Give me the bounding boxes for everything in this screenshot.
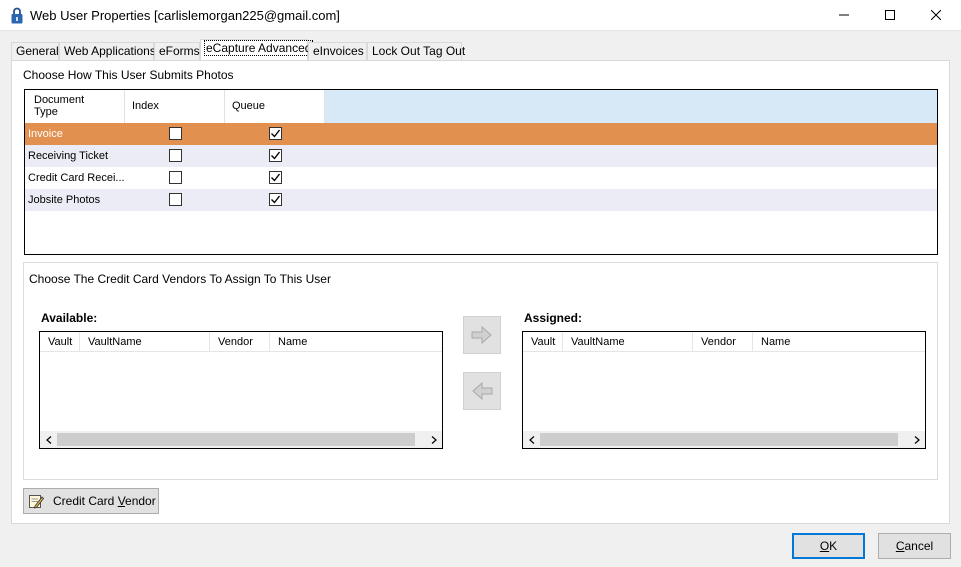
maximize-button[interactable] — [867, 0, 913, 30]
tab-label: eInvoices — [313, 44, 364, 58]
check-icon — [271, 195, 281, 204]
minimize-icon — [839, 14, 849, 16]
tab-web-applications[interactable]: Web Applications — [59, 42, 156, 60]
window-title: Web User Properties [carlislemorgan225@g… — [30, 8, 340, 23]
column-header-document-type[interactable]: Document Type — [25, 90, 125, 123]
scroll-right-button[interactable] — [425, 431, 442, 448]
button-label: Cancel — [895, 539, 934, 553]
table-row[interactable]: Receiving Ticket — [25, 145, 937, 167]
column-header-label: Index — [132, 100, 159, 112]
index-checkbox[interactable] — [169, 193, 182, 206]
photos-section-label: Choose How This User Submits Photos — [23, 68, 234, 82]
minimize-button[interactable] — [821, 0, 867, 30]
column-header-vault[interactable]: Vault — [40, 332, 80, 352]
queue-checkbox[interactable] — [269, 171, 282, 184]
horizontal-scrollbar[interactable] — [40, 431, 442, 448]
document-type-cell: Jobsite Photos — [28, 194, 101, 206]
list-header: Vault VaultName Vendor Name — [523, 332, 925, 352]
lock-icon — [11, 7, 23, 24]
button-label: OK — [819, 539, 838, 553]
column-header-name[interactable]: Name — [270, 332, 442, 352]
check-icon — [271, 173, 281, 182]
title-bar: Web User Properties [carlislemorgan225@g… — [0, 0, 961, 31]
tab-label: eCapture Advanced — [203, 40, 314, 56]
horizontal-scrollbar[interactable] — [523, 431, 925, 448]
check-icon — [271, 151, 281, 160]
chevron-left-icon — [528, 435, 534, 444]
list-header: Vault VaultName Vendor Name — [40, 332, 442, 352]
available-vendors-list[interactable]: Vault VaultName Vendor Name — [39, 331, 443, 449]
chevron-right-icon — [431, 435, 437, 444]
table-row[interactable]: Jobsite Photos — [25, 189, 937, 211]
pencil-paper-icon — [29, 495, 44, 509]
column-header-vendor[interactable]: Vendor — [693, 332, 753, 352]
tab-ecapture-advanced[interactable]: eCapture Advanced — [200, 39, 314, 61]
button-label: Credit Card Vendor — [53, 494, 156, 508]
index-checkbox[interactable] — [169, 171, 182, 184]
maximize-icon — [885, 10, 895, 20]
tab-general[interactable]: General — [11, 42, 59, 60]
close-icon — [931, 10, 941, 20]
queue-checkbox[interactable] — [269, 193, 282, 206]
check-icon — [271, 129, 281, 138]
available-label: Available: — [41, 311, 98, 325]
arrow-left-icon — [472, 382, 493, 400]
assigned-vendors-list[interactable]: Vault VaultName Vendor Name — [522, 331, 926, 449]
column-header-vaultname[interactable]: VaultName — [80, 332, 210, 352]
tab-lock-out-tag-out[interactable]: Lock Out Tag Out — [367, 42, 466, 60]
credit-card-vendor-button[interactable]: Credit Card Vendor — [23, 488, 159, 514]
index-checkbox[interactable] — [169, 149, 182, 162]
queue-checkbox[interactable] — [269, 149, 282, 162]
vendors-section-label: Choose The Credit Card Vendors To Assign… — [29, 272, 331, 286]
table-row[interactable]: Credit Card Recei... — [25, 167, 937, 189]
tab-label: General — [16, 44, 59, 58]
tab-label: Web Applications — [64, 44, 156, 58]
photo-submission-grid: Document Type Index Queue Invoice Receiv… — [24, 89, 938, 255]
column-header-vault[interactable]: Vault — [523, 332, 563, 352]
queue-checkbox[interactable] — [269, 127, 282, 140]
chevron-right-icon — [914, 435, 920, 444]
tab-label: Lock Out Tag Out — [372, 44, 466, 58]
scroll-left-button[interactable] — [523, 431, 540, 448]
tab-eforms[interactable]: eForms — [154, 42, 200, 60]
assign-vendor-button[interactable] — [463, 316, 501, 354]
scroll-thumb[interactable] — [540, 433, 898, 446]
index-checkbox[interactable] — [169, 127, 182, 140]
column-header-label: Queue — [232, 100, 266, 112]
unassign-vendor-button[interactable] — [463, 372, 501, 410]
tab-label: eForms — [159, 44, 200, 58]
arrow-right-icon — [471, 326, 492, 344]
table-row[interactable]: Invoice — [25, 123, 937, 145]
column-header-queue[interactable]: Queue — [225, 90, 325, 123]
close-button[interactable] — [913, 0, 959, 30]
cancel-button[interactable]: Cancel — [878, 533, 951, 559]
ok-button[interactable]: OK — [792, 533, 865, 559]
scroll-right-button[interactable] — [908, 431, 925, 448]
chevron-left-icon — [45, 435, 51, 444]
document-type-cell: Invoice — [28, 128, 63, 140]
column-header-vaultname[interactable]: VaultName — [563, 332, 693, 352]
column-header-label: Document — [34, 94, 85, 106]
column-header-label: Type — [34, 106, 58, 118]
document-type-cell: Credit Card Recei... — [28, 172, 125, 184]
column-header-name[interactable]: Name — [753, 332, 925, 352]
column-header-vendor[interactable]: Vendor — [210, 332, 270, 352]
scroll-thumb[interactable] — [57, 433, 415, 446]
column-header-index[interactable]: Index — [125, 90, 225, 123]
assigned-label: Assigned: — [524, 311, 583, 325]
scroll-left-button[interactable] — [40, 431, 57, 448]
document-type-cell: Receiving Ticket — [28, 150, 109, 162]
tab-einvoices[interactable]: eInvoices — [308, 42, 367, 60]
grid-header: Document Type Index Queue — [25, 90, 937, 123]
